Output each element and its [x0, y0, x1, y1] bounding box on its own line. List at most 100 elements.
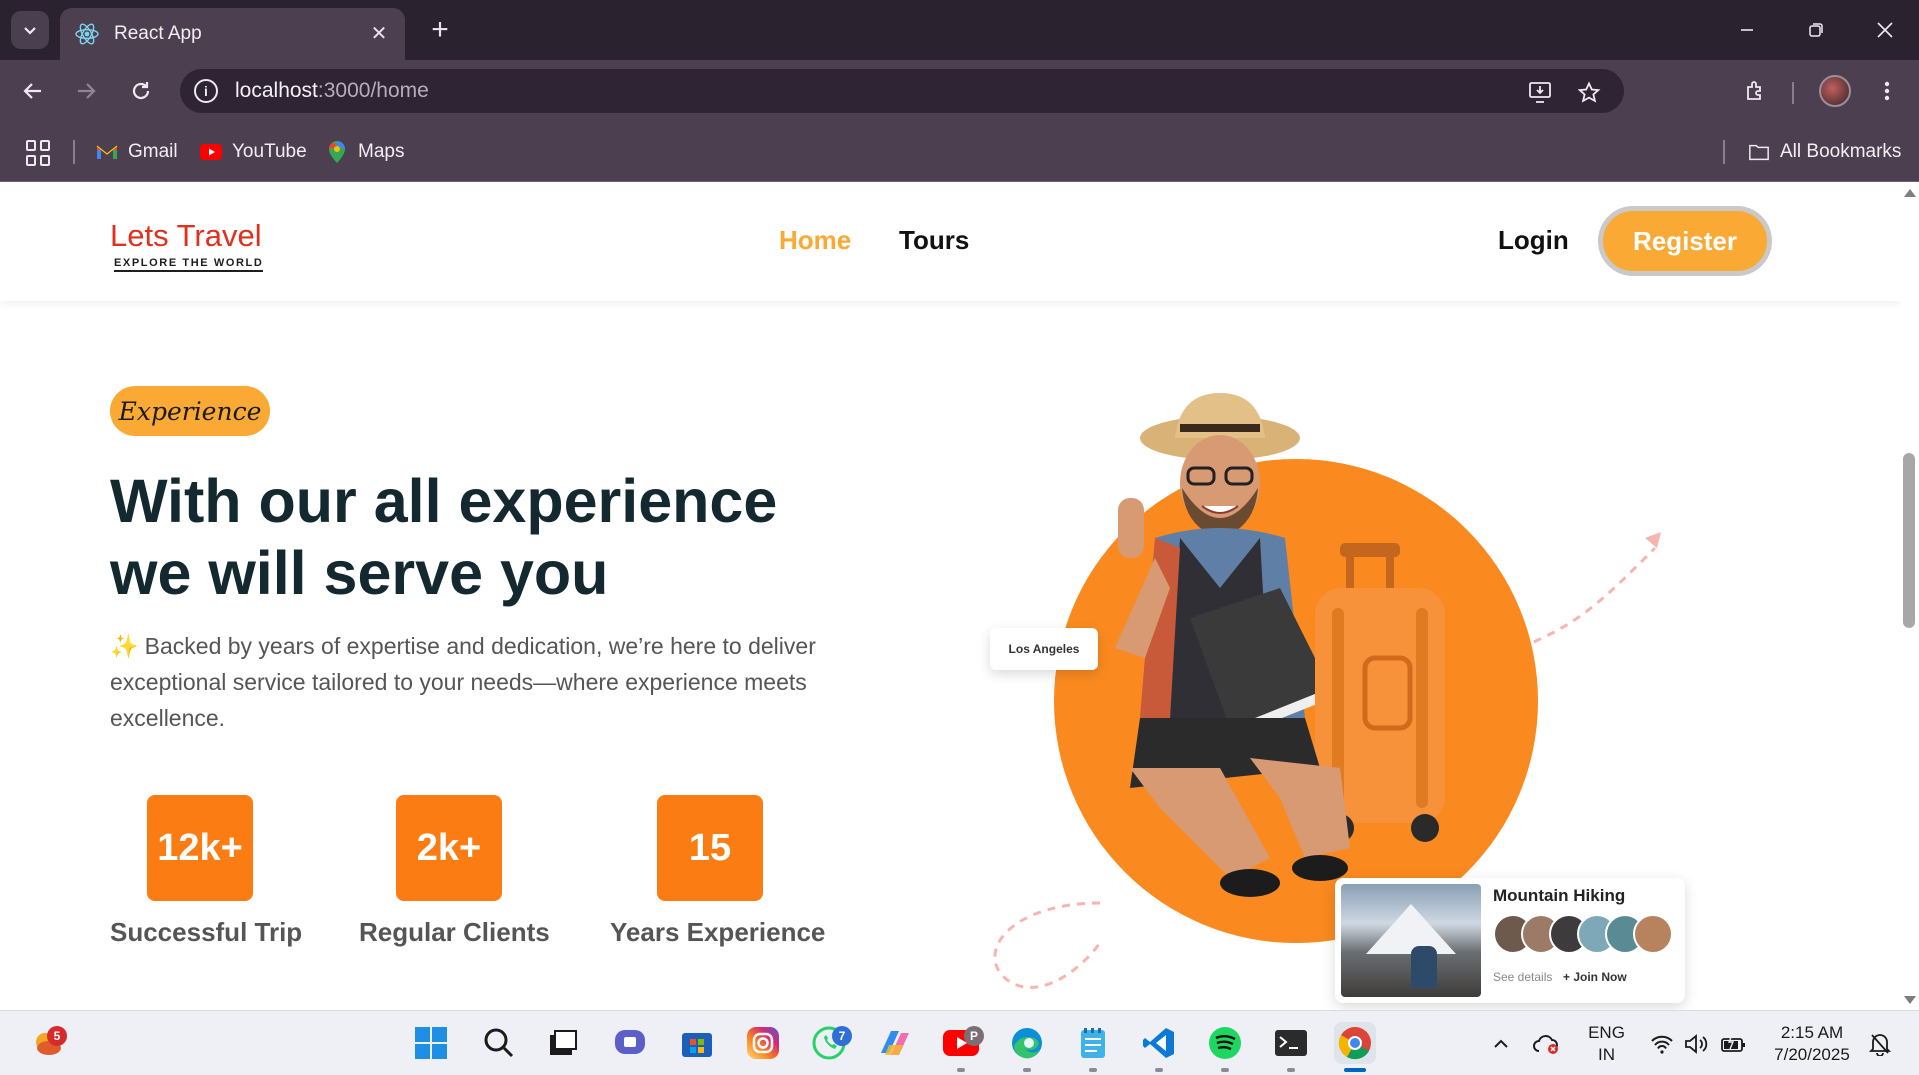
scrollbar-thumb[interactable]	[1903, 453, 1915, 628]
traveler-illustration	[1115, 393, 1445, 897]
address-bar[interactable]: i localhost:3000/home	[180, 69, 1624, 113]
close-tab-icon[interactable]: ✕	[367, 21, 391, 45]
microsoft-store-icon[interactable]	[676, 1022, 718, 1064]
stat-value: 12k+	[147, 795, 253, 901]
browser-toolbar: i localhost:3000/home	[0, 60, 1919, 122]
toolbar-divider	[1792, 82, 1794, 104]
restore-icon[interactable]	[1791, 12, 1841, 48]
bookmarks-divider-right	[1723, 140, 1725, 164]
minimize-icon[interactable]	[1722, 12, 1772, 48]
nav-home[interactable]: Home	[779, 225, 851, 256]
location-card: Los Angeles	[990, 628, 1098, 670]
tab-search-dropdown[interactable]	[11, 11, 49, 49]
taskbar-running-indicator	[1089, 1068, 1097, 1072]
forward-arrow-icon[interactable]	[68, 73, 104, 109]
web-page: Lets Travel EXPLORE THE WORLD Home Tours…	[0, 183, 1900, 1010]
taskbar-running-indicator	[1221, 1068, 1229, 1072]
whatsapp-icon[interactable]: 7	[808, 1022, 852, 1064]
see-details-link[interactable]: See details	[1493, 970, 1552, 984]
activity-card[interactable]: Mountain Hiking See details + Join Now	[1335, 878, 1685, 1003]
install-app-icon[interactable]	[1527, 79, 1555, 107]
site-header: Lets Travel EXPLORE THE WORLD Home Tours…	[0, 183, 1900, 301]
extensions-icon[interactable]	[1738, 74, 1772, 108]
nav-tours[interactable]: Tours	[899, 225, 969, 256]
onedrive-error-icon[interactable]	[1533, 1031, 1561, 1057]
taskbar-running-indicator	[957, 1068, 965, 1072]
notifications-bell-icon[interactable]	[1866, 1031, 1894, 1057]
taskbar-running-indicator	[1155, 1068, 1163, 1072]
stat-label: Regular Clients	[359, 917, 550, 947]
logo-tagline: EXPLORE THE WORLD	[114, 257, 264, 272]
bookmark-star-icon[interactable]	[1575, 79, 1603, 107]
scroll-down-arrow-icon[interactable]	[1904, 996, 1916, 1004]
folder-icon	[1748, 141, 1770, 163]
register-button[interactable]: Register	[1598, 206, 1772, 276]
maps-icon	[326, 141, 348, 163]
bookmarks-divider	[73, 140, 75, 164]
reload-icon[interactable]	[123, 73, 159, 109]
browser-tab-strip: React App ✕ +	[0, 0, 1919, 60]
taskbar-running-indicator	[1287, 1068, 1295, 1072]
clock-date[interactable]: 2:15 AM 7/20/2025	[1764, 1022, 1860, 1066]
stat-value: 2k+	[396, 795, 502, 901]
apps-grid-icon[interactable]	[26, 140, 52, 166]
search-icon[interactable]	[478, 1022, 520, 1064]
show-hidden-icons-chevron-icon[interactable]	[1487, 1031, 1515, 1057]
hero-illustration: Los Angeles Mountain Hiking See details …	[980, 383, 1700, 1010]
all-bookmarks-button[interactable]: All Bookmarks	[1748, 138, 1901, 166]
bookmarks-bar: Gmail YouTube Maps All Bookmarks	[0, 122, 1919, 182]
battery-charging-icon[interactable]	[1720, 1031, 1748, 1057]
back-arrow-icon[interactable]	[15, 73, 51, 109]
stat-value: 15	[657, 795, 763, 901]
task-view-icon[interactable]	[542, 1022, 584, 1064]
profile-avatar[interactable]	[1819, 75, 1851, 107]
gmail-icon	[96, 141, 118, 163]
site-info-icon[interactable]: i	[194, 79, 218, 103]
browser-tab-active[interactable]: React App ✕	[60, 8, 405, 60]
instagram-icon[interactable]	[742, 1022, 784, 1064]
logo-text: Lets Travel	[110, 218, 262, 253]
wifi-icon[interactable]	[1648, 1031, 1676, 1057]
windows-taskbar: 5 7 P ENG IN 2:15 AM 7/20/2025	[0, 1010, 1919, 1075]
start-windows-icon[interactable]	[410, 1022, 452, 1064]
weather-widget-icon[interactable]: 5	[27, 1022, 69, 1064]
scroll-up-arrow-icon[interactable]	[1904, 189, 1916, 197]
stat-regular-clients: 2k+ Regular Clients	[359, 795, 550, 947]
hero-description: ✨ Backed by years of expertise and dedica…	[110, 633, 816, 731]
vscode-icon[interactable]	[1138, 1022, 1180, 1064]
activity-title: Mountain Hiking	[1493, 886, 1626, 905]
url-text[interactable]: localhost:3000/home	[235, 79, 429, 103]
weather-badge: 5	[47, 1026, 67, 1046]
edge-browser-icon[interactable]	[1006, 1022, 1048, 1064]
new-tab-button[interactable]: +	[424, 13, 456, 46]
teams-chat-icon[interactable]	[609, 1022, 651, 1064]
more-menu-icon[interactable]	[1870, 74, 1904, 108]
hero-title: With our all experience we will serve yo…	[110, 467, 778, 607]
stat-label: Years Experience	[610, 917, 826, 947]
bookmark-gmail[interactable]: Gmail	[96, 138, 178, 166]
site-logo[interactable]: Lets Travel EXPLORE THE WORLD	[110, 219, 270, 275]
chrome-icon[interactable]	[1334, 1022, 1376, 1064]
volume-icon[interactable]	[1682, 1031, 1710, 1057]
stat-label: Successful Trip	[110, 917, 303, 947]
youtube-app-icon[interactable]: P	[940, 1022, 984, 1064]
notepad-icon[interactable]	[1072, 1022, 1114, 1064]
copilot-icon[interactable]	[874, 1022, 916, 1064]
chevron-down-icon	[24, 27, 36, 35]
sparkle-icon: ✨	[110, 633, 139, 659]
spotify-icon[interactable]	[1204, 1022, 1246, 1064]
page-scrollbar[interactable]	[1900, 183, 1919, 1010]
login-button[interactable]: Login	[1498, 225, 1569, 256]
mountain-hiking-image	[1341, 884, 1481, 997]
input-language-indicator[interactable]: ENG IN	[1584, 1022, 1629, 1066]
youtube-icon	[200, 141, 222, 163]
whatsapp-badge: 7	[832, 1026, 852, 1046]
join-now-link[interactable]: + Join Now	[1563, 970, 1627, 984]
terminal-icon[interactable]	[1270, 1022, 1312, 1064]
bookmark-maps[interactable]: Maps	[326, 138, 404, 166]
taskbar-active-indicator	[1344, 1068, 1366, 1072]
bookmark-youtube[interactable]: YouTube	[200, 138, 307, 166]
close-window-icon[interactable]	[1860, 12, 1910, 48]
experience-pill: Experience	[110, 386, 270, 436]
taskbar-running-indicator	[1023, 1068, 1031, 1072]
